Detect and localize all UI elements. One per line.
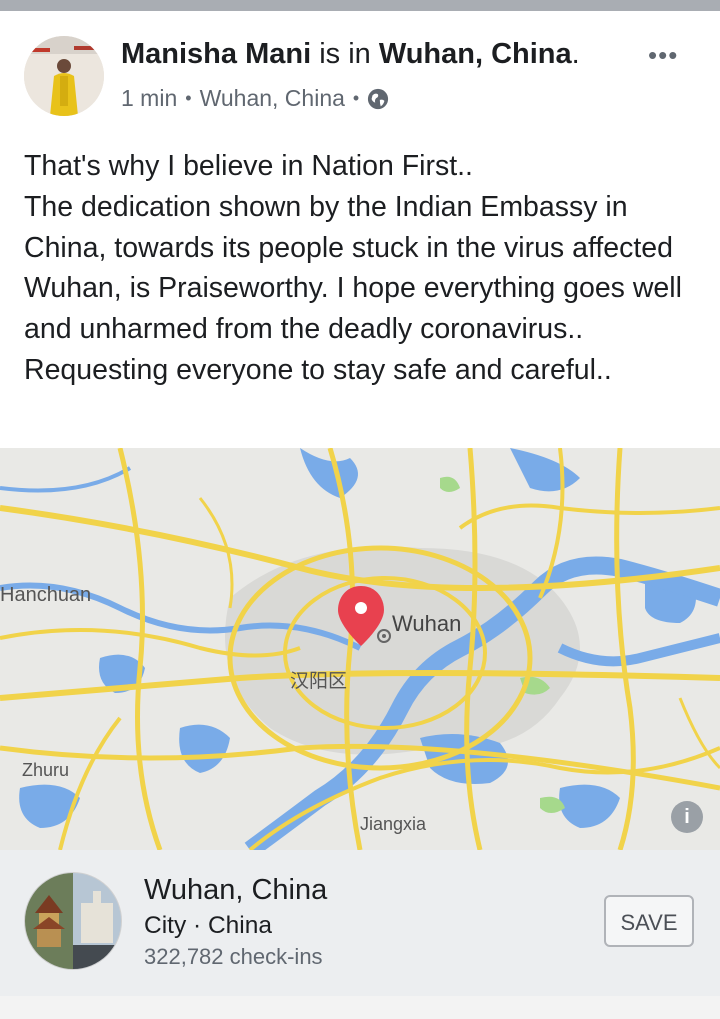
map-label-hanyang: 汉阳区: [290, 671, 348, 692]
post-time[interactable]: 1 min: [121, 85, 177, 112]
place-type: City · China: [144, 912, 272, 939]
post-place[interactable]: Wuhan, China: [200, 85, 345, 112]
place-thumbnail[interactable]: [24, 872, 122, 970]
map-label-wuhan: Wuhan: [392, 611, 462, 636]
globe-icon[interactable]: [367, 88, 389, 110]
map-info-icon[interactable]: i: [671, 801, 703, 833]
save-button[interactable]: SAVE: [604, 895, 694, 947]
map-label-jiangxia: Jiangxia: [360, 814, 427, 834]
map[interactable]: Hanchuan Wuhan 汉阳区 Zhuru Jiangxia: [0, 448, 720, 850]
checkin-location-link[interactable]: Wuhan, China: [379, 38, 572, 70]
author-name[interactable]: Manisha Mani: [121, 38, 311, 70]
place-name[interactable]: Wuhan, China: [144, 874, 327, 907]
more-options-icon[interactable]: •••: [648, 40, 678, 71]
author-avatar[interactable]: [24, 36, 104, 116]
map-label-zhuru: Zhuru: [22, 760, 70, 780]
meta-separator: •: [185, 88, 192, 108]
post-header: Manisha Mani is in Wuhan, China.: [121, 38, 580, 71]
meta-separator: •: [352, 88, 360, 108]
map-label-hanchuan: Hanchuan: [0, 584, 92, 606]
post-text: That's why I believe in Nation First.. T…: [24, 150, 682, 386]
is-in-text: is in: [319, 38, 371, 70]
header-period: .: [571, 38, 580, 70]
map-graphic: [0, 448, 720, 850]
place-checkins: 322,782 check-ins: [144, 944, 323, 969]
top-bar: [0, 0, 720, 11]
post-meta: 1 min • Wuhan, China •: [121, 85, 389, 112]
